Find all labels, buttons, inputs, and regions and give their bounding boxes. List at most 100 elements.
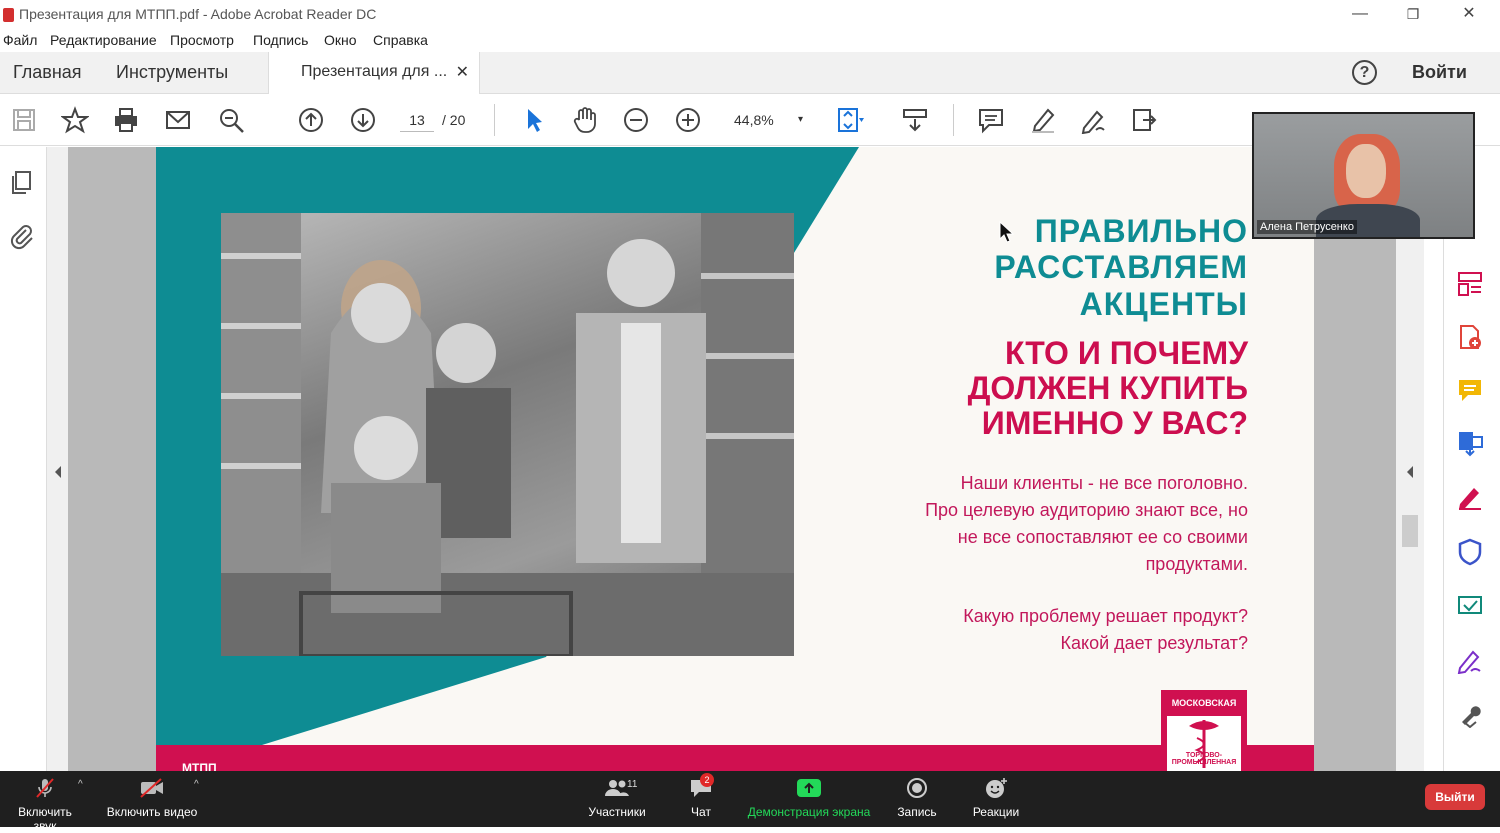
menu-help[interactable]: Справка	[373, 32, 428, 48]
scroll-mode-icon[interactable]	[901, 106, 929, 134]
export-pdf-icon[interactable]	[1456, 429, 1484, 457]
page-down-icon[interactable]	[349, 106, 377, 134]
audio-options-caret[interactable]: ^	[78, 779, 83, 790]
menu-bar: Файл Редактирование Просмотр Подпись Окн…	[0, 30, 1500, 52]
leave-meeting-button[interactable]: Выйти	[1425, 784, 1485, 810]
record-button[interactable]: Запись	[894, 777, 940, 819]
close-tab-icon[interactable]: ✕	[456, 62, 469, 82]
send-for-review-icon[interactable]	[1456, 591, 1484, 619]
logo-bottom-text: ТОРГОВО-ПРОМЫШЛЕННАЯ	[1171, 752, 1237, 766]
close-window-button[interactable]: ✕	[1449, 3, 1489, 27]
collapse-left-icon[interactable]	[53, 465, 63, 479]
record-label: Запись	[897, 805, 937, 819]
slide-footer-band: МТПП	[156, 745, 1314, 771]
record-icon	[907, 778, 927, 798]
fit-page-icon[interactable]	[836, 106, 864, 134]
edit-pdf-icon[interactable]	[1456, 482, 1484, 510]
comment-tool-icon[interactable]	[1456, 376, 1484, 404]
create-pdf-icon[interactable]	[1456, 323, 1484, 351]
tab-document[interactable]: Презентация для ... ✕	[268, 52, 480, 95]
body-text-line: Наши клиенты - не все поголовно.	[960, 473, 1248, 493]
search-zoom-icon[interactable]	[217, 106, 245, 134]
left-navigation-panel	[0, 147, 47, 771]
email-icon[interactable]	[164, 106, 192, 134]
footer-label: МТПП	[182, 761, 217, 771]
mouse-cursor-icon	[999, 221, 1015, 243]
heading-line: РАССТАВЛЯЕМ	[994, 249, 1248, 285]
select-cursor-icon[interactable]	[520, 106, 548, 134]
draw-sign-icon[interactable]	[1080, 106, 1108, 135]
body-text-line: не все сопоставляют ее со своими	[957, 527, 1248, 547]
start-video-label: Включить видео	[106, 805, 198, 819]
zoom-in-icon[interactable]	[674, 106, 702, 134]
chat-label: Чат	[691, 805, 711, 819]
left-collapse-strip	[47, 147, 68, 771]
menu-window[interactable]: Окно	[324, 32, 357, 48]
menu-sign[interactable]: Подпись	[253, 32, 308, 48]
heading-line: АКЦЕНТЫ	[1079, 286, 1248, 322]
tab-tools[interactable]: Инструменты	[116, 62, 228, 83]
protect-shield-icon[interactable]	[1456, 538, 1484, 566]
menu-file[interactable]: Файл	[3, 32, 37, 48]
participants-button[interactable]: 11 Участники	[586, 777, 648, 819]
sign-in-button[interactable]: Войти	[1412, 62, 1467, 83]
video-person-face	[1346, 144, 1386, 198]
title-bar: Презентация для МТПП.pdf - Adobe Acrobat…	[0, 0, 1500, 30]
help-icon[interactable]: ?	[1352, 60, 1377, 85]
page-thumbnails-icon[interactable]	[8, 169, 36, 197]
chat-button[interactable]: 2 Чат	[683, 773, 719, 819]
share-document-icon[interactable]	[1131, 106, 1159, 134]
video-options-caret[interactable]: ^	[194, 779, 199, 790]
participants-count: 11	[627, 779, 638, 790]
more-tools-wrench-icon[interactable]	[1456, 700, 1484, 729]
menu-view[interactable]: Просмотр	[170, 32, 234, 48]
comment-icon[interactable]	[977, 106, 1005, 134]
start-video-button[interactable]: Включить видео	[106, 777, 198, 819]
window-title: Презентация для МТПП.pdf - Adobe Acrobat…	[19, 6, 377, 22]
body-text-line: Про целевую аудиторию знают все, но	[925, 500, 1248, 520]
minimize-button[interactable]: —	[1340, 3, 1380, 27]
highlight-pen-icon[interactable]	[1029, 106, 1057, 134]
menu-edit[interactable]: Редактирование	[50, 32, 157, 48]
subheading-line: ИМЕННО У ВАС?	[981, 405, 1248, 441]
bookmark-star-icon[interactable]	[59, 106, 91, 134]
print-icon[interactable]	[112, 106, 140, 134]
acrobat-app-icon	[3, 8, 14, 22]
hand-tool-icon[interactable]	[571, 106, 599, 134]
zoom-level-value: 44,8%	[734, 112, 774, 128]
share-screen-button[interactable]: Демонстрация экрана	[746, 777, 872, 819]
expand-right-panel-icon[interactable]	[1405, 465, 1415, 479]
zoom-level-select[interactable]: 44,8% ▾	[723, 108, 811, 132]
right-tools-panel	[1443, 147, 1500, 771]
participant-video-tile[interactable]: Алена Петрусенко	[1252, 112, 1475, 239]
chevron-down-icon: ▾	[797, 114, 803, 125]
restore-button[interactable]: ❐	[1393, 3, 1433, 27]
toolbar-divider	[494, 104, 495, 136]
organize-pages-icon[interactable]	[1456, 270, 1484, 298]
page-total: / 20	[442, 112, 466, 128]
tab-bar: Главная Инструменты Презентация для ... …	[0, 52, 1500, 95]
body-text-line: Какую проблему решает продукт?	[963, 606, 1248, 626]
zoom-out-icon[interactable]	[622, 106, 650, 134]
body-text-line: Какой дает результат?	[1060, 633, 1248, 653]
microphone-muted-icon	[36, 778, 54, 798]
document-tab-label: Презентация для ...	[301, 63, 448, 80]
attachment-paperclip-icon[interactable]	[8, 222, 36, 250]
camera-off-icon	[140, 778, 163, 798]
reactions-button[interactable]: Реакции	[969, 777, 1023, 819]
vertical-scrollbar-thumb[interactable]	[1402, 515, 1418, 547]
tab-home[interactable]: Главная	[13, 62, 82, 83]
subheading-line: КТО И ПОЧЕМУ	[1004, 335, 1248, 371]
unmute-label: Включить звук	[18, 805, 72, 833]
family-shopping-photo	[221, 213, 794, 656]
page-number-input[interactable]: 13	[400, 108, 434, 132]
heading-line: ПРАВИЛЬНО	[1034, 213, 1248, 249]
page-up-icon[interactable]	[297, 106, 325, 134]
toolbar-divider	[953, 104, 954, 136]
reactions-label: Реакции	[972, 805, 1020, 819]
unmute-button[interactable]: Включить звук	[5, 777, 85, 833]
fill-sign-icon[interactable]	[1456, 646, 1484, 675]
reactions-smiley-icon	[986, 778, 1007, 798]
right-scroll-strip	[1396, 147, 1424, 771]
save-icon[interactable]	[10, 106, 38, 134]
